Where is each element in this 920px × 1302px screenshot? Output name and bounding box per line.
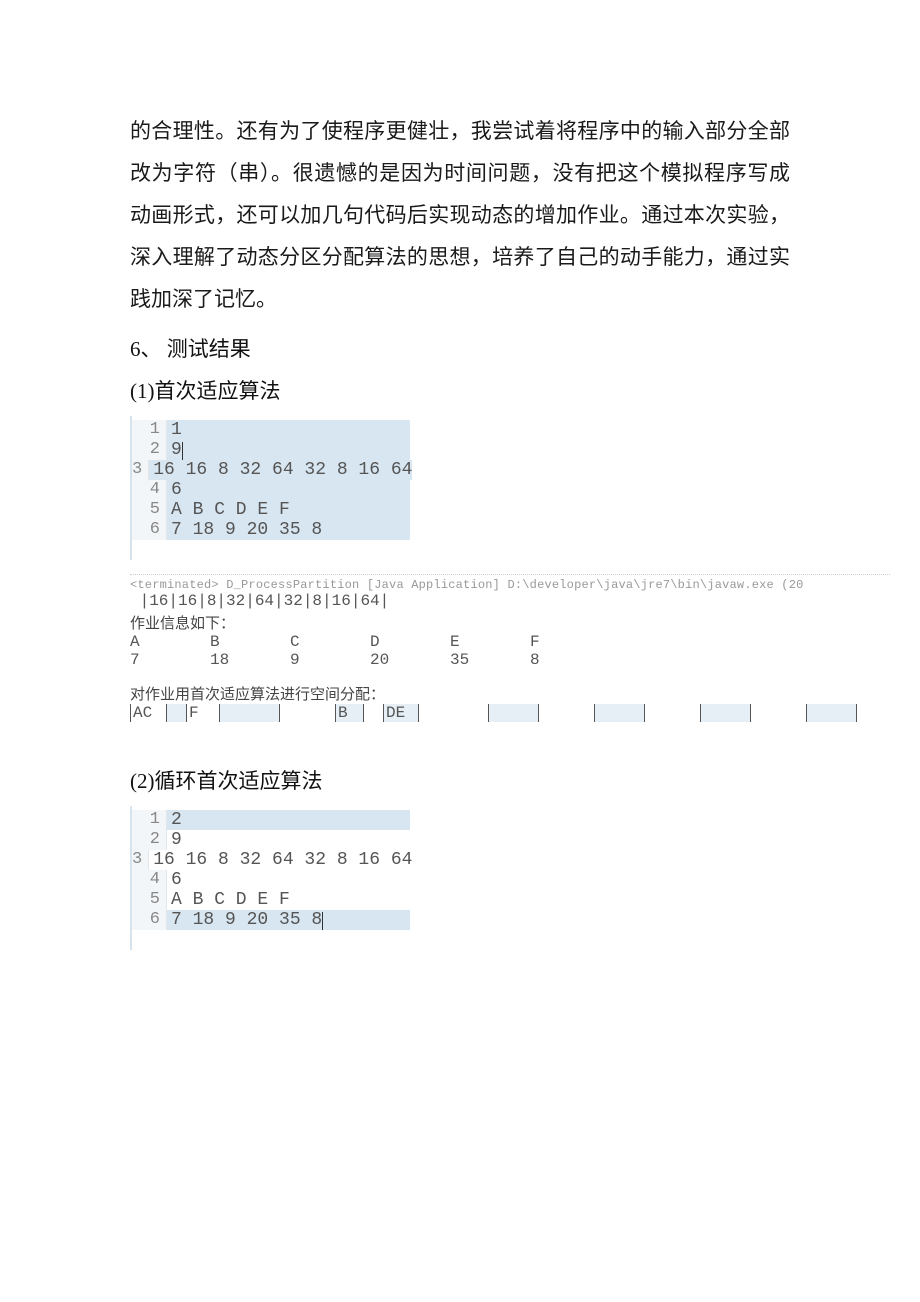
code-text: 6 — [167, 870, 410, 890]
code-text: 6 — [167, 480, 410, 500]
job-size-cell: 9 — [290, 651, 370, 669]
job-size-cell: 18 — [210, 651, 290, 669]
allocation-segment — [856, 704, 864, 722]
job-size-cell: 7 — [130, 651, 210, 669]
code-text: 9 — [167, 440, 410, 460]
code-line: 316 16 8 32 64 32 8 16 64 — [132, 850, 410, 870]
line-number: 5 — [132, 890, 167, 910]
line-number: 2 — [132, 830, 167, 850]
code-line: 5A B C D E F — [132, 500, 410, 520]
console-output-1: <terminated> D_ProcessPartition [Java Ap… — [130, 574, 890, 726]
text-cursor — [182, 442, 183, 460]
allocation-segment — [219, 704, 279, 722]
code-text: 16 16 8 32 64 32 8 16 64 — [149, 460, 412, 480]
jobs-header-row: ABCDEF — [130, 633, 890, 651]
line-number: 4 — [132, 480, 167, 500]
code-text: 9 — [167, 830, 410, 850]
code-line: 316 16 8 32 64 32 8 16 64 — [132, 460, 410, 480]
subsection-heading-2: (2)循环首次适应算法 — [130, 762, 790, 802]
allocation-segment — [700, 704, 750, 722]
code-line: 67 18 9 20 35 8 — [132, 910, 410, 930]
code-text: 1 — [167, 420, 410, 440]
job-name-cell: D — [370, 633, 450, 651]
allocation-segment — [644, 704, 700, 722]
allocation-segment — [594, 704, 644, 722]
code-line: 12 — [132, 810, 410, 830]
line-number: 3 — [132, 460, 149, 480]
job-name-cell: B — [210, 633, 290, 651]
body-paragraph: 的合理性。还有为了使程序更健壮，我尝试着将程序中的输入部分全部改为字符（串）。很… — [130, 110, 790, 320]
code-line: 46 — [132, 480, 410, 500]
line-number: 6 — [132, 520, 167, 540]
code-text: A B C D E F — [167, 890, 410, 910]
line-number: 5 — [132, 500, 167, 520]
job-size-cell: 8 — [530, 651, 610, 669]
allocation-segment: B — [335, 704, 363, 722]
job-size-cell: 35 — [450, 651, 530, 669]
section-heading-6: 6、 测试结果 — [130, 328, 790, 370]
code-line: 46 — [132, 870, 410, 890]
code-line: 11 — [132, 420, 410, 440]
code-line: 29 — [132, 440, 410, 460]
jobs-info-label: 作业信息如下： — [130, 612, 890, 633]
line-number: 3 — [132, 850, 149, 870]
allocation-segment — [488, 704, 538, 722]
text-cursor — [322, 912, 323, 930]
document-page: 的合理性。还有为了使程序更健壮，我尝试着将程序中的输入部分全部改为字符（串）。很… — [0, 0, 920, 1010]
code-text: 7 18 9 20 35 8 — [167, 520, 410, 540]
allocation-segment: AC — [130, 704, 166, 722]
subsection-heading-1: (1)首次适应算法 — [130, 372, 790, 412]
line-number: 2 — [132, 440, 167, 460]
allocation-segment: F — [186, 704, 219, 722]
code-text: 2 — [167, 810, 410, 830]
code-text: A B C D E F — [167, 500, 410, 520]
code-line: 5A B C D E F — [132, 890, 410, 910]
allocation-row: AC F B DE — [130, 704, 890, 726]
allocation-segment — [538, 704, 594, 722]
allocation-segment — [279, 704, 335, 722]
job-size-cell: 20 — [370, 651, 450, 669]
job-name-cell: F — [530, 633, 610, 651]
jobs-values-row: 718920358 — [130, 651, 890, 669]
line-number: 4 — [132, 870, 167, 890]
console-header: <terminated> D_ProcessPartition [Java Ap… — [130, 574, 890, 592]
code-line: 29 — [132, 830, 410, 850]
line-number: 1 — [132, 810, 167, 830]
code-editor-1: 1129316 16 8 32 64 32 8 16 64465A B C D … — [130, 416, 410, 560]
job-name-cell: C — [290, 633, 370, 651]
job-name-cell: E — [450, 633, 530, 651]
allocation-segment — [166, 704, 186, 722]
allocation-segment — [750, 704, 806, 722]
allocation-segment — [806, 704, 856, 722]
job-name-cell: A — [130, 633, 210, 651]
code-text: 7 18 9 20 35 8 — [167, 910, 410, 930]
code-text: 16 16 8 32 64 32 8 16 64 — [149, 850, 412, 870]
code-editor-2: 1229316 16 8 32 64 32 8 16 64465A B C D … — [130, 806, 410, 950]
memory-layout-line: |16|16|8|32|64|32|8|16|64| — [130, 592, 890, 610]
code-line: 67 18 9 20 35 8 — [132, 520, 410, 540]
line-number: 1 — [132, 420, 167, 440]
line-number: 6 — [132, 910, 167, 930]
allocation-segment: DE — [383, 704, 418, 722]
allocation-segment — [363, 704, 383, 722]
allocation-segment — [418, 704, 488, 722]
allocation-label: 对作业用首次适应算法进行空间分配： — [130, 683, 890, 704]
